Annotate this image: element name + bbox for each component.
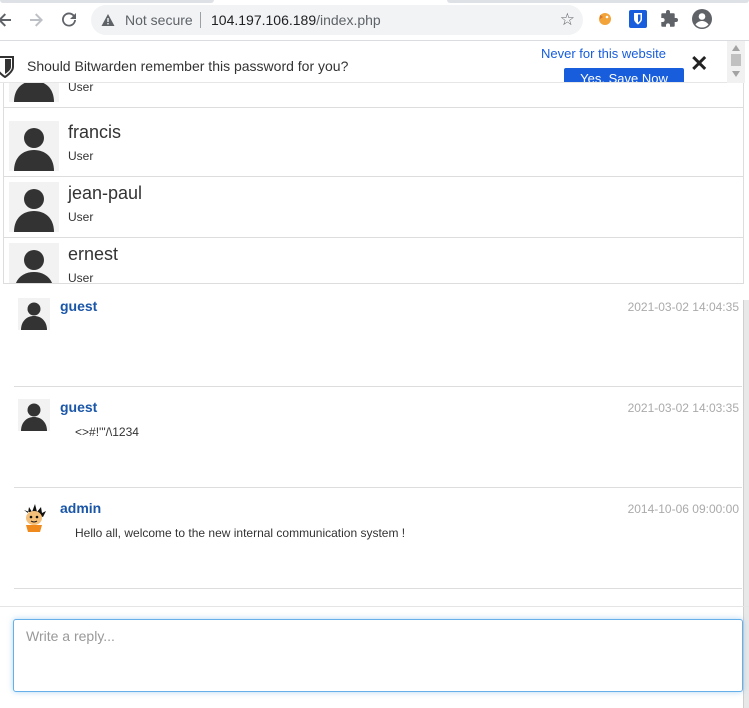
message-list: guest 2021-03-02 14:04:35 guest 2021-03-… [3,286,744,606]
back-button[interactable] [0,9,16,31]
bitwarden-extension-icon[interactable] [628,9,648,29]
user-name: francis [68,122,122,142]
message-author[interactable]: admin [60,500,101,516]
message-author[interactable]: guest [60,399,97,415]
bitwarden-question: Should Bitwarden remember this password … [27,58,349,74]
user-list: User francis User jean-paul User ernest … [3,55,744,284]
warning-icon [101,14,115,26]
admin-avatar [18,500,50,532]
url-host: 104.197.106.189 [211,12,317,28]
url-path: /index.php [316,12,381,28]
reply-section [0,606,749,708]
scroll-up-arrow-icon[interactable] [732,45,740,51]
message-author[interactable]: guest [60,298,97,314]
tab-strip-edge [0,0,214,3]
notification-scrollbar[interactable] [727,41,745,83]
message-avatar [18,399,50,431]
message-text: <>#!'"/\1234 [75,425,139,439]
forward-button[interactable] [25,9,47,31]
message-timestamp: 2021-03-02 14:03:35 [627,401,739,415]
user-role: User [68,149,94,163]
save-now-button[interactable]: Yes, Save Now [564,68,684,82]
user-avatar [9,182,59,232]
tab-strip-edge [447,0,749,3]
star-icon[interactable]: ☆ [560,10,575,30]
message-item: guest 2021-03-02 14:04:35 [14,286,742,387]
user-list-item[interactable]: francis User [4,116,743,177]
reload-button[interactable] [58,9,80,31]
separator [200,12,201,28]
user-avatar [9,121,59,171]
message-item: admin 2014-10-06 09:00:00 Hello all, wel… [14,488,742,589]
bitwarden-shield-icon [0,56,14,78]
user-avatar [9,243,59,283]
close-icon[interactable]: ✕ [690,52,708,76]
reload-icon [62,12,76,27]
user-name: ernest [68,244,119,264]
user-role: User [68,271,94,284]
never-for-this-website-link[interactable]: Never for this website [541,46,666,61]
not-secure-label[interactable]: Not secure [125,12,193,28]
user-list-item[interactable]: ernest User [4,238,743,284]
message-item: guest 2021-03-02 14:03:35 <>#!'"/\1234 [14,387,742,488]
puzzle-icon[interactable] [660,9,680,29]
url-text[interactable]: 104.197.106.189/index.php [211,12,381,28]
hackbar-extension-icon[interactable] [596,9,616,29]
scroll-down-arrow-icon[interactable] [732,71,740,77]
user-list-item[interactable]: jean-paul User [4,177,743,238]
message-avatar [18,298,50,330]
user-name: jean-paul [68,183,143,203]
message-timestamp: 2021-03-02 14:04:35 [627,300,739,314]
arrow-left-icon [0,13,11,27]
bitwarden-notification-bar: Should Bitwarden remember this password … [0,41,727,83]
browser-toolbar: Not secure 104.197.106.189/index.php ☆ [0,0,749,41]
message-timestamp: 2014-10-06 09:00:00 [627,502,739,516]
user-role: User [68,210,94,224]
account-icon[interactable] [691,8,713,30]
address-bar[interactable]: Not secure 104.197.106.189/index.php ☆ [91,5,583,35]
message-text: Hello all, welcome to the new internal c… [75,526,406,540]
reply-input[interactable] [13,619,743,692]
scroll-thumb[interactable] [731,54,741,66]
arrow-right-icon [30,13,43,27]
